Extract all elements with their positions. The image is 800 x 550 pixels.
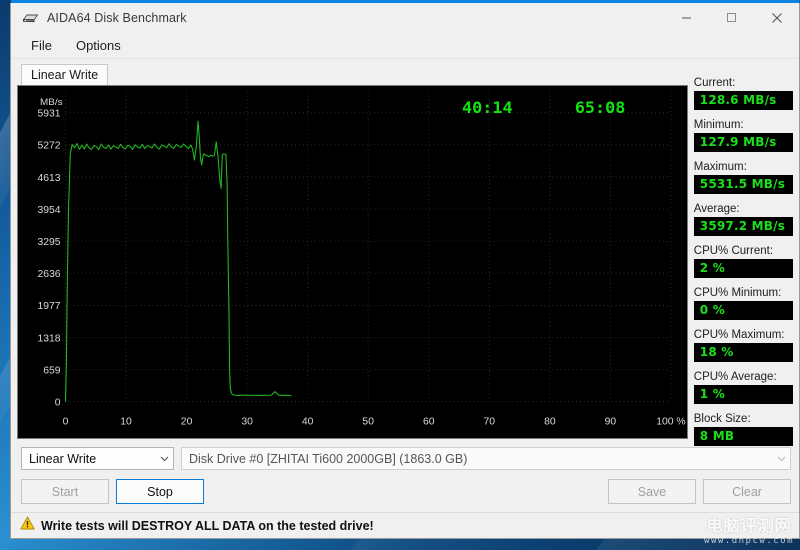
y-tick-label: 5931 bbox=[37, 109, 60, 120]
stat-label-block-size: Block Size: bbox=[693, 413, 751, 425]
test-mode-select[interactable]: Linear Write bbox=[21, 447, 174, 470]
stat-block-minimum: Minimum: 127.9 MB/s bbox=[693, 119, 793, 152]
chart-unit-label: MB/s bbox=[40, 97, 63, 108]
chevron-down-icon bbox=[160, 454, 169, 464]
y-tick-label: 1318 bbox=[37, 333, 60, 344]
disk-drive-icon bbox=[17, 12, 43, 24]
benchmark-chart: 5931 5272 4613 3954 3295 2636 1977 1318 659 0 0 10… bbox=[17, 85, 688, 439]
stat-value-cpu-average: 1 % bbox=[693, 385, 793, 404]
stat-label-cpu-maximum: CPU% Maximum: bbox=[693, 329, 785, 341]
chevron-down-icon bbox=[777, 454, 786, 464]
action-row: Start Stop Save Clear bbox=[21, 479, 791, 504]
start-button[interactable]: Start bbox=[21, 479, 109, 504]
clear-button[interactable]: Clear bbox=[703, 479, 791, 504]
stat-value-minimum: 127.9 MB/s bbox=[693, 133, 793, 152]
x-tick-label: 80 bbox=[544, 417, 556, 428]
drive-value: Disk Drive #0 [ZHITAI Ti600 2000GB] (186… bbox=[189, 451, 468, 466]
stat-value-cpu-current: 2 % bbox=[693, 259, 793, 278]
window-title: AIDA64 Disk Benchmark bbox=[47, 10, 187, 25]
selector-row: Linear Write Disk Drive #0 [ZHITAI Ti600… bbox=[21, 447, 791, 470]
stat-block-cpu-maximum: CPU% Maximum: 18 % bbox=[693, 329, 793, 362]
stat-label-current: Current: bbox=[693, 77, 736, 89]
y-tick-label: 5272 bbox=[37, 141, 60, 152]
stat-value-average: 3597.2 MB/s bbox=[693, 217, 793, 236]
x-tick-label: 0 bbox=[63, 417, 69, 428]
window-controls bbox=[664, 3, 799, 33]
stop-button[interactable]: Stop bbox=[116, 479, 204, 504]
stat-label-average: Average: bbox=[693, 203, 740, 215]
title-bar: AIDA64 Disk Benchmark bbox=[11, 0, 799, 33]
stat-block-cpu-average: CPU% Average: 1 % bbox=[693, 371, 793, 404]
y-tick-label: 3954 bbox=[37, 205, 60, 216]
destructive-warning-text: Write tests will DESTROY ALL DATA on the… bbox=[41, 518, 374, 533]
stat-block-cpu-minimum: CPU% Minimum: 0 % bbox=[693, 287, 793, 320]
menu-item-options[interactable]: Options bbox=[66, 35, 131, 56]
window-accent-bar bbox=[11, 0, 799, 3]
y-tick-label: 659 bbox=[43, 366, 61, 377]
x-tick-label: 60 bbox=[423, 417, 435, 428]
stat-label-cpu-minimum: CPU% Minimum: bbox=[693, 287, 782, 299]
chart-canvas: 5931 5272 4613 3954 3295 2636 1977 1318 659 0 0 10… bbox=[18, 86, 687, 438]
test-mode-value: Linear Write bbox=[29, 451, 97, 466]
stat-value-cpu-minimum: 0 % bbox=[693, 301, 793, 320]
warning-triangle-icon bbox=[20, 516, 35, 535]
x-tick-label: 10 bbox=[120, 417, 132, 428]
stat-value-maximum: 5531.5 MB/s bbox=[693, 175, 793, 194]
y-tick-label: 3295 bbox=[37, 237, 60, 248]
aida64-disk-benchmark-window: AIDA64 Disk Benchmark File Options Linea… bbox=[10, 0, 800, 539]
stat-block-maximum: Maximum: 5531.5 MB/s bbox=[693, 161, 793, 194]
x-tick-label: 90 bbox=[605, 417, 617, 428]
drive-select[interactable]: Disk Drive #0 [ZHITAI Ti600 2000GB] (186… bbox=[181, 447, 791, 470]
stat-block-current: Current: 128.6 MB/s bbox=[693, 77, 793, 110]
stat-label-maximum: Maximum: bbox=[693, 161, 747, 173]
stat-label-minimum: Minimum: bbox=[693, 119, 744, 131]
y-tick-label: 2636 bbox=[37, 269, 60, 280]
x-tick-label: 20 bbox=[181, 417, 193, 428]
tab-strip: Linear Write bbox=[17, 63, 688, 86]
x-tick-label: 100 % bbox=[656, 417, 685, 428]
statistics-panel: Current: 128.6 MB/s Minimum: 127.9 MB/s Maxi… bbox=[693, 63, 793, 446]
menu-bar: File Options bbox=[11, 33, 799, 59]
x-tick-label: 50 bbox=[362, 417, 374, 428]
status-bar: Write tests will DESTROY ALL DATA on the… bbox=[11, 512, 799, 538]
save-button[interactable]: Save bbox=[608, 479, 696, 504]
stat-value-current: 128.6 MB/s bbox=[693, 91, 793, 110]
y-tick-label: 4613 bbox=[37, 173, 60, 184]
content-area: Linear Write 5931 5272 4613 3954 3295 2636 197… bbox=[11, 59, 799, 446]
chart-column: Linear Write 5931 5272 4613 3954 3295 2636 197… bbox=[17, 63, 688, 439]
menu-item-file[interactable]: File bbox=[21, 35, 62, 56]
y-tick-label: 0 bbox=[55, 398, 61, 409]
x-tick-label: 30 bbox=[241, 417, 253, 428]
timer-elapsed: 40:14 bbox=[462, 98, 513, 117]
stat-value-cpu-maximum: 18 % bbox=[693, 343, 793, 362]
stat-label-cpu-current: CPU% Current: bbox=[693, 245, 774, 257]
stat-block-cpu-current: CPU% Current: 2 % bbox=[693, 245, 793, 278]
minimize-button[interactable] bbox=[664, 3, 709, 33]
stat-block-average: Average: 3597.2 MB/s bbox=[693, 203, 793, 236]
close-button[interactable] bbox=[754, 3, 799, 33]
x-tick-label: 70 bbox=[484, 417, 496, 428]
y-tick-label: 1977 bbox=[37, 301, 60, 312]
stat-label-cpu-average: CPU% Average: bbox=[693, 371, 777, 383]
timer-total: 65:08 bbox=[575, 98, 626, 117]
tab-linear-write[interactable]: Linear Write bbox=[21, 64, 109, 86]
x-tick-label: 40 bbox=[302, 417, 314, 428]
maximize-button[interactable] bbox=[709, 3, 754, 33]
control-panel: Linear Write Disk Drive #0 [ZHITAI Ti600… bbox=[11, 439, 799, 504]
chart-background bbox=[18, 86, 687, 438]
